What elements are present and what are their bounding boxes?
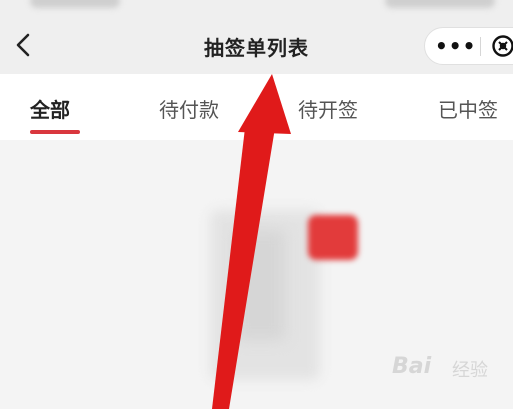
annotation-arrow-icon [212,74,291,409]
